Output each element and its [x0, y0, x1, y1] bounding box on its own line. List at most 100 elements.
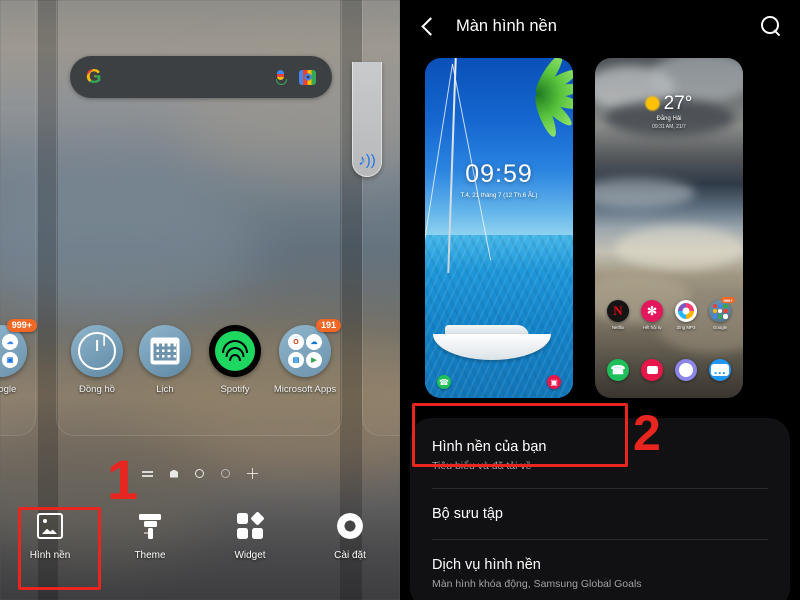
lock-shortcuts: ☎ ▣ [425, 375, 573, 389]
google-logo-icon: G [86, 66, 102, 88]
home-screen-preview[interactable]: 27° Đằng Hải 09:31 AM, 21/7 Netflix Hết … [595, 58, 743, 398]
annotation-box-1 [18, 507, 101, 590]
app-label: Microsoft Apps [273, 384, 337, 395]
mini-icon: ▤ [288, 352, 304, 368]
weather-widget[interactable]: 27° Đằng Hải 09:31 AM, 21/7 [595, 94, 743, 130]
page-home-icon[interactable] [170, 469, 178, 478]
edge-panel-handle[interactable]: ♪)) [352, 62, 382, 177]
calendar-icon [139, 325, 191, 377]
search-icon[interactable] [760, 15, 782, 37]
music-note-icon: ♪)) [358, 152, 376, 169]
list-item-title: Bộ sưu tập [432, 506, 503, 523]
folder-mini-grid: M ☁ ▲ ▣ [0, 334, 18, 368]
folder-mini-grid: O ☁ ▤ ▶ [288, 334, 322, 368]
annotation-number-2: 2 [633, 405, 661, 461]
microphone-icon[interactable] [276, 69, 287, 85]
list-item-subtitle: Màn hình khóa động, Samsung Global Goals [432, 578, 642, 591]
page-dot-icon[interactable] [221, 469, 230, 478]
preview-app-row-top: Netflix Hết hội tụ Zing MP3 [595, 297, 743, 330]
brush-icon [137, 513, 163, 539]
google-search-bar[interactable]: G [70, 56, 332, 98]
camera-icon [641, 359, 663, 381]
mini-icon: ☁ [306, 334, 322, 350]
app-label: Netflix [611, 325, 625, 330]
app-label: Google [712, 325, 728, 330]
app-calendar[interactable]: Lịch [130, 325, 200, 395]
browser-icon [675, 359, 697, 381]
app-spotify[interactable]: Spotify [200, 325, 270, 395]
lock-screen-preview[interactable]: 09:59 T.4, 21 tháng 7 (12 Th.6 ÂL) ☎ ▣ [425, 58, 573, 398]
home-app-row: M ☁ ▲ ▣ 999+ Google Đồng hồ Lịch [0, 319, 400, 421]
wallpaper-previews: 09:59 T.4, 21 tháng 7 (12 Th.6 ÂL) ☎ ▣ 2… [400, 52, 800, 398]
home-screen-panel: G ♪)) M ☁ ▲ ▣ 999+ Google [0, 0, 400, 600]
preview-dock-browser[interactable] [673, 359, 699, 384]
widget-icon [237, 511, 265, 539]
toolbar-item-widget[interactable]: Widget [200, 500, 300, 585]
phone-icon[interactable]: ☎ [437, 375, 451, 389]
app-label: Đồng hồ [79, 384, 115, 395]
app-label: Spotify [220, 384, 250, 395]
lock-time: 09:59 [465, 160, 533, 188]
folder-icon: M ☁ ▲ ▣ 999+ [0, 319, 37, 377]
gear-icon [337, 513, 363, 539]
preview-app-google-folder[interactable]: 999+ Google [707, 297, 735, 330]
app-label: Hết hội tụ [642, 325, 662, 330]
preview-dock-phone[interactable] [605, 359, 631, 384]
preview-app-netflix[interactable]: Netflix [605, 300, 631, 330]
lock-clock-widget: 09:59 T.4, 21 tháng 7 (12 Th.6 ÂL) [425, 160, 573, 200]
list-item-wallpaper-services[interactable]: Dịch vụ hình nền Màn hình khóa động, Sam… [410, 540, 790, 600]
app-google-folder[interactable]: M ☁ ▲ ▣ 999+ Google [0, 319, 37, 395]
lock-date: T.4, 21 tháng 7 (12 Th.6 ÂL) [460, 192, 538, 199]
notification-badge: 999+ [6, 319, 37, 332]
clock-icon [71, 325, 123, 377]
mini-icon: O [288, 334, 304, 350]
app-label: Lịch [156, 384, 174, 395]
screenshot-root: G ♪)) M ☁ ▲ ▣ 999+ Google [0, 0, 800, 600]
toolbar-item-settings[interactable]: Cài đặt [300, 500, 400, 585]
spotify-glyph [215, 331, 255, 371]
zing-mp3-icon [675, 300, 697, 322]
toolbar-label: Theme [134, 550, 166, 561]
notification-badge: 999+ [720, 297, 735, 303]
weather-location: Đằng Hải [656, 116, 682, 122]
app-label: Google [0, 384, 17, 395]
app-clock[interactable]: Đồng hồ [62, 325, 132, 395]
folder-icon: 999+ [709, 297, 735, 322]
palm-tree-decor [503, 58, 573, 139]
toolbar-item-theme[interactable]: Theme [100, 500, 200, 585]
preview-app-zingmp3[interactable]: Zing MP3 [673, 300, 699, 330]
app-label: Zing MP3 [676, 325, 696, 330]
weather-temperature: 27° [663, 93, 693, 114]
preview-app-flower[interactable]: Hết hội tụ [639, 300, 665, 330]
settings-header: Màn hình nền [400, 0, 800, 52]
preview-dock-messages[interactable] [707, 359, 733, 384]
page-title: Màn hình nền [456, 16, 557, 35]
mini-icon: ▣ [2, 352, 18, 368]
netflix-icon [607, 300, 629, 322]
annotation-box-2 [412, 403, 628, 467]
phone-icon [607, 359, 629, 381]
folder-icon: O ☁ ▤ ▶ 191 [279, 319, 341, 377]
page-dot-icon[interactable] [195, 469, 204, 478]
toolbar-label: Cài đặt [334, 550, 366, 561]
spotify-icon [209, 325, 261, 377]
camera-icon[interactable]: ▣ [547, 375, 561, 389]
app-microsoft-folder[interactable]: O ☁ ▤ ▶ 191 Microsoft Apps [270, 319, 341, 395]
sun-icon [645, 97, 659, 110]
mini-icon: ▶ [306, 352, 322, 368]
cloud-decor [615, 226, 743, 270]
page-indicator [0, 468, 400, 479]
add-page-icon[interactable] [247, 468, 258, 479]
notification-badge: 191 [315, 319, 341, 332]
wallpaper-settings-panel: Màn hình nền 09:59 T.4, 21 tháng 7 (12 T… [400, 0, 800, 600]
folder-mini-grid [712, 303, 728, 319]
toolbar-label: Widget [234, 550, 266, 561]
preview-dock-camera[interactable] [639, 359, 665, 384]
list-item-collection[interactable]: Bộ sưu tập [410, 489, 790, 539]
back-chevron-icon[interactable] [418, 16, 438, 36]
google-lens-icon[interactable] [299, 69, 316, 85]
flower-icon [641, 300, 663, 322]
weather-main: 27° [595, 94, 743, 113]
page-list-icon[interactable] [142, 469, 153, 478]
mini-icon: ☁ [2, 334, 18, 350]
